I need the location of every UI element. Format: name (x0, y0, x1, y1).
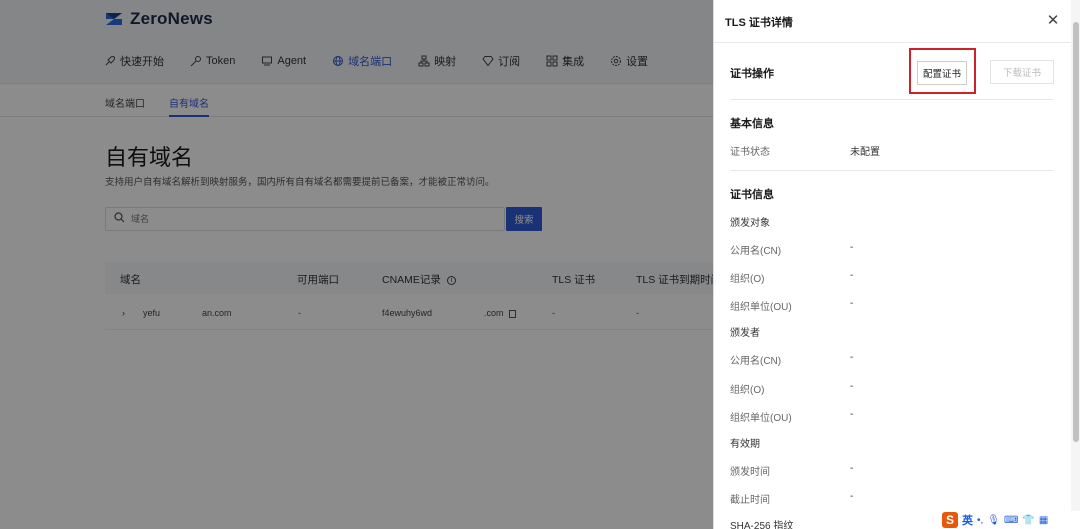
issuer-label: 颁发者 (730, 328, 760, 339)
toolbox-icon[interactable]: ▦ (1039, 515, 1048, 526)
keyboard-icon[interactable]: ⌨ (1004, 515, 1018, 526)
sogou-logo-icon: S (942, 512, 958, 528)
punctuation-icon[interactable]: •, (977, 515, 983, 526)
issued-to-label: 颁发对象 (730, 218, 770, 229)
issuer-o-label: 组织(O) (730, 385, 765, 396)
tls-cert-drawer: TLS 证书详情 ✕ 证书操作 配置证书 下载证书 基本信息 证书状态 未配置 … (713, 0, 1080, 529)
issuer-cn-label: 公用名(CN) (730, 356, 782, 367)
drawer-header: TLS 证书详情 ✕ (714, 0, 1080, 43)
modal-overlay[interactable] (0, 0, 713, 529)
issuer-ou-value: - (850, 409, 854, 420)
divider (730, 170, 1053, 171)
expire-time-label: 截止时间 (730, 495, 770, 506)
issuer-cn-value: - (850, 352, 854, 363)
highlight-box (909, 48, 976, 94)
ime-lang-toggle[interactable]: 英 (962, 512, 973, 528)
subject-o-label: 组织(O) (730, 274, 765, 285)
cert-status-label: 证书状态 (730, 147, 770, 158)
subject-cn-value: - (850, 242, 854, 253)
microphone-icon[interactable]: 🎙 (987, 515, 1000, 526)
download-cert-button[interactable]: 下载证书 (990, 60, 1054, 84)
close-icon[interactable]: ✕ (1044, 12, 1062, 30)
drawer-title: TLS 证书详情 (725, 17, 793, 29)
basic-info-title: 基本信息 (730, 118, 774, 130)
issue-time-value: - (850, 463, 854, 474)
validity-label: 有效期 (730, 439, 760, 450)
subject-o-value: - (850, 270, 854, 281)
subject-ou-value: - (850, 298, 854, 309)
ops-section-title: 证书操作 (730, 68, 774, 80)
subject-ou-label: 组织单位(OU) (730, 302, 792, 313)
expire-time-value: - (850, 491, 854, 502)
cert-info-title: 证书信息 (730, 189, 774, 201)
ime-toolbar[interactable]: S 英 •, 🎙 ⌨ 👕 ▦ (940, 511, 1080, 529)
scrollbar-thumb[interactable] (1073, 22, 1079, 442)
cert-status-value: 未配置 (850, 147, 880, 158)
sha256-label: SHA-256 指纹 (730, 521, 794, 529)
issuer-ou-label: 组织单位(OU) (730, 413, 792, 424)
issuer-o-value: - (850, 381, 854, 392)
divider (730, 99, 1053, 100)
subject-cn-label: 公用名(CN) (730, 246, 782, 257)
skin-icon[interactable]: 👕 (1022, 515, 1034, 526)
issue-time-label: 颁发时间 (730, 467, 770, 478)
